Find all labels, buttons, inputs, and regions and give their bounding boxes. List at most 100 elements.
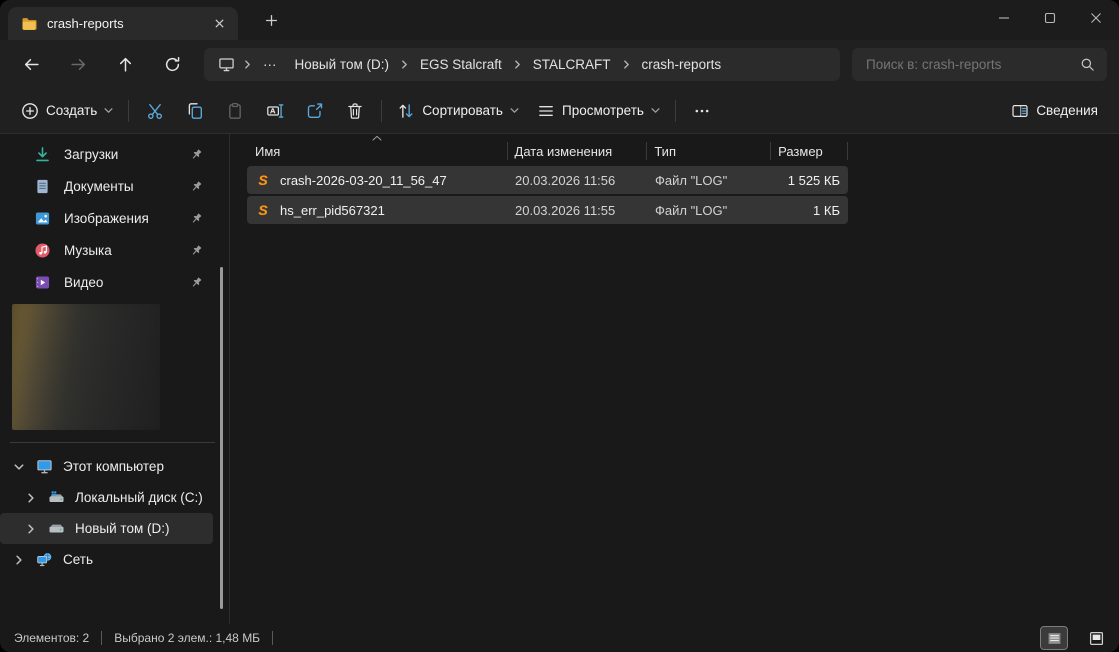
videos-icon [34,274,51,291]
file-size: 1 525 КБ [771,166,848,194]
maximize-button[interactable] [1027,0,1073,36]
view-list-icon [537,102,555,120]
chevron-down-icon[interactable] [12,462,26,472]
drive-c-icon [48,489,65,506]
pin-icon [190,148,203,161]
search-box[interactable] [852,48,1107,81]
toolbar-separator [381,100,382,122]
tab-close-icon[interactable] [206,11,232,37]
navigation-bar: ··· Новый том (D:) EGS Stalcraft STALCRA… [0,40,1119,88]
file-size: 1 КБ [771,196,848,224]
more-options-button[interactable] [682,94,722,128]
folder-icon [21,16,37,32]
column-header-name[interactable]: Имя [247,138,507,164]
create-button[interactable]: Создать [12,94,122,128]
pin-icon [190,212,203,225]
column-header-type[interactable]: Тип [646,138,770,164]
search-icon[interactable] [1080,57,1095,72]
minimize-button[interactable] [981,0,1027,36]
file-name: hs_err_pid567321 [280,203,385,218]
details-pane-icon [1011,102,1029,120]
pin-icon [190,180,203,193]
search-input[interactable] [866,57,1080,72]
details-view-toggle[interactable] [1041,627,1067,649]
back-button[interactable] [8,46,55,82]
up-button[interactable] [102,46,149,82]
sort-icon [397,102,415,120]
chevron-right-icon[interactable] [24,493,38,503]
chevron-right-icon[interactable] [12,555,26,565]
tree-item-this-pc[interactable]: Этот компьютер [0,451,213,482]
tree-item-label: Сеть [63,552,93,567]
pictures-icon [34,210,51,227]
sidebar-item-label: Документы [64,179,134,194]
sidebar-scrollbar[interactable] [220,267,223,609]
file-row[interactable]: S hs_err_pid567321 20.03.2026 11:55 Файл… [247,196,848,224]
address-bar[interactable]: ··· Новый том (D:) EGS Stalcraft STALCRA… [204,48,840,81]
sidebar-item-videos[interactable]: Видео [0,266,215,298]
breadcrumb-overflow[interactable]: ··· [254,53,286,76]
network-icon [36,551,53,568]
ellipsis-icon [693,102,711,120]
downloads-icon [34,146,51,163]
share-button[interactable] [295,94,335,128]
pin-icon [190,244,203,257]
file-date: 20.03.2026 11:56 [507,166,647,194]
tree-item-drive-d[interactable]: Новый том (D:) [0,513,213,544]
plus-circle-icon [21,102,39,120]
sidebar-item-documents[interactable]: Документы [0,170,215,202]
items-count: Элементов: 2 [14,631,89,645]
tab-crash-reports[interactable]: crash-reports [8,7,238,40]
sort-label: Сортировать [422,103,503,118]
breadcrumb-item[interactable]: EGS Stalcraft [411,53,511,76]
chevron-down-icon [510,106,519,115]
sidebar-item-pictures[interactable]: Изображения [0,202,215,234]
tree-item-drive-c[interactable]: Локальный диск (C:) [0,482,213,513]
chevron-right-icon [398,60,411,69]
copy-icon [186,102,204,120]
this-pc-small-icon[interactable] [208,56,241,73]
file-type: Файл "LOG" [647,196,771,224]
chevron-right-icon[interactable] [24,524,38,534]
details-pane-button[interactable]: Сведения [1002,94,1107,128]
status-separator [272,631,273,645]
sidebar-item-label: Изображения [64,211,149,226]
rename-button[interactable] [255,94,295,128]
breadcrumb-item-current[interactable]: crash-reports [633,53,731,76]
sidebar-item-music[interactable]: Музыка [0,234,215,266]
status-bar: Элементов: 2 Выбрано 2 элем.: 1,48 МБ [0,624,1119,652]
chevron-right-icon [620,60,633,69]
sidebar-item-label: Видео [64,275,103,290]
column-header-size[interactable]: Размер [770,138,847,164]
sidebar-item-downloads[interactable]: Загрузки [0,138,215,170]
cut-button[interactable] [135,94,175,128]
command-bar: Создать Сортировать Просм [0,88,1119,134]
breadcrumb-item[interactable]: Новый том (D:) [286,53,399,76]
title-bar: crash-reports [0,0,1119,40]
blurred-thumbnail [12,304,160,430]
large-icons-view-icon [1089,631,1104,646]
new-tab-button[interactable] [254,3,288,37]
tree-item-network[interactable]: Сеть [0,544,213,575]
close-button[interactable] [1073,0,1119,36]
copy-button[interactable] [175,94,215,128]
chevron-down-icon [104,106,113,115]
large-icons-view-toggle[interactable] [1083,627,1109,649]
paste-button[interactable] [215,94,255,128]
refresh-button[interactable] [149,46,196,82]
file-pane: Имя Дата изменения Тип Размер S crash-20… [230,134,1119,624]
column-header-date[interactable]: Дата изменения [507,138,647,164]
delete-button[interactable] [335,94,375,128]
details-view-icon [1047,631,1062,646]
sidebar-item-label: Музыка [64,243,112,258]
file-name: crash-2026-03-20_11_56_47 [280,173,447,188]
chevron-right-icon [511,60,524,69]
breadcrumb-item[interactable]: STALCRAFT [524,53,620,76]
sort-button[interactable]: Сортировать [388,94,528,128]
file-row[interactable]: S crash-2026-03-20_11_56_47 20.03.2026 1… [247,166,848,194]
this-pc-icon [36,458,53,475]
forward-button[interactable] [55,46,102,82]
share-icon [306,102,324,120]
view-button[interactable]: Просмотреть [528,94,669,128]
scissors-icon [146,102,164,120]
